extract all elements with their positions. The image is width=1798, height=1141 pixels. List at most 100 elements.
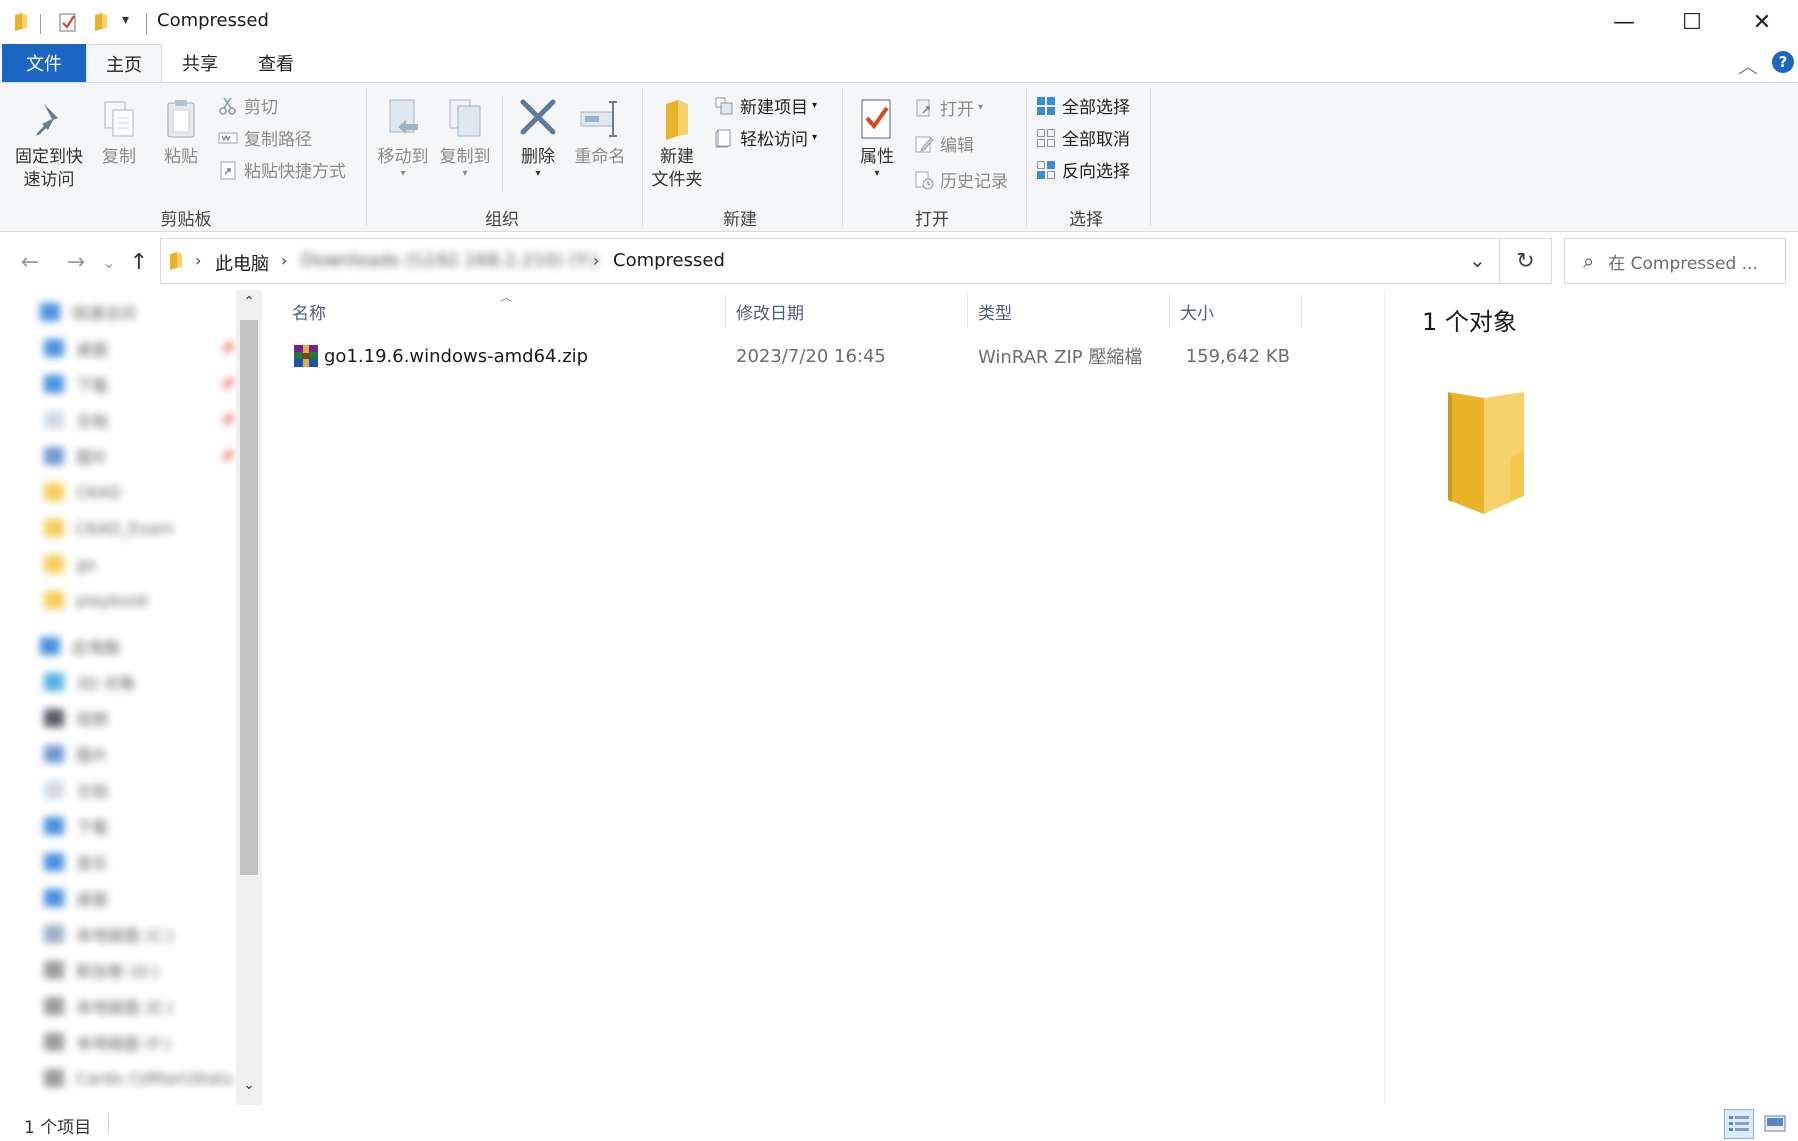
file-name[interactable]: go1.19.6.windows-amd64.zip	[324, 338, 588, 374]
qa-customize-caret[interactable]: ▾	[122, 12, 129, 28]
new-folder-button[interactable]: 新建 文件夹	[648, 96, 706, 192]
paste-icon	[167, 100, 195, 138]
help-icon[interactable]: ?	[1772, 51, 1794, 73]
scissors-icon	[219, 97, 236, 115]
rename-button[interactable]: 重命名	[570, 96, 630, 169]
copy-to-button[interactable]: 复制到 ▾	[436, 96, 494, 179]
nav-item[interactable]: 桌面 📌	[40, 330, 235, 366]
collapse-ribbon-icon[interactable]: ︿	[1738, 50, 1758, 79]
nav-item-label: 此电脑	[72, 638, 121, 657]
crumb-this-pc[interactable]: 此电脑	[215, 250, 269, 276]
nav-item[interactable]: 视频	[40, 700, 230, 736]
paste-button[interactable]: 粘贴	[156, 96, 206, 169]
nav-item-icon	[44, 925, 64, 943]
tab-view[interactable]: 查看	[238, 44, 314, 82]
nav-scrollbar-thumb[interactable]	[240, 320, 258, 875]
search-box[interactable]: ⌕ 在 Compressed ...	[1564, 238, 1786, 284]
address-row: ← → ⌄ ↑ › 此电脑 › Downloads (\\192.168.2.2…	[0, 238, 1798, 286]
nav-item-icon	[44, 591, 64, 609]
copy-path-button[interactable]: 复制路径	[218, 125, 312, 150]
select-none-button[interactable]: 全部取消	[1036, 125, 1130, 150]
crumb-compressed[interactable]: Compressed	[613, 250, 725, 271]
edit-button[interactable]: 编辑	[914, 131, 974, 156]
nav-item-label: 图片	[76, 448, 109, 467]
column-header-size[interactable]: 大小	[1170, 290, 1300, 332]
properties-label: 属性	[860, 147, 894, 167]
minimize-button[interactable]: —	[1588, 0, 1660, 44]
nav-item-label: 3D 对象	[76, 674, 136, 693]
pin-to-quick-access-button[interactable]: 固定到快 速访问	[8, 96, 90, 192]
nav-item[interactable]: Cardo (\\Mtan\Statu	[40, 1060, 234, 1096]
back-button[interactable]: ←	[14, 238, 46, 286]
nav-item[interactable]: 图片 📌	[40, 438, 235, 474]
navigation-pane: 快速访问 桌面 📌 下载 📌 文档 📌 图片 📌 CKAD CKAD_Exam go playbook 此…	[0, 290, 262, 1105]
tab-file[interactable]: 文件	[2, 44, 86, 82]
nav-item[interactable]: playbook	[40, 582, 230, 618]
nav-item[interactable]: 本地磁盘 (C:)	[40, 916, 230, 952]
easy-access-button[interactable]: 轻松访问 ▾	[714, 125, 817, 150]
history-button[interactable]: 历史记录	[914, 167, 1008, 192]
pin-icon: 📌	[220, 449, 235, 463]
nav-item[interactable]: 新加卷 (D:)	[40, 952, 230, 988]
column-header-type[interactable]: 类型	[968, 290, 1168, 332]
preview-object-count: 1 个对象	[1422, 308, 1517, 336]
copy-button[interactable]: 复制	[94, 96, 144, 169]
nav-item-label: Cardo (\\Mtan\Statu	[76, 1068, 234, 1088]
nav-header-quick_access[interactable]: 快速访问	[40, 294, 230, 330]
paste-shortcut-button[interactable]: 粘贴快捷方式	[218, 157, 346, 182]
nav-item-label: 桌面	[76, 890, 109, 909]
address-dropdown-icon[interactable]: ⌄	[1469, 248, 1486, 272]
scroll-up-icon[interactable]: ⌃	[236, 290, 262, 314]
nav-item[interactable]: 本地磁盘 (E:)	[40, 988, 230, 1024]
column-divider[interactable]	[1301, 294, 1302, 328]
nav-item-icon	[44, 375, 64, 393]
column-header-modified[interactable]: 修改日期	[726, 290, 966, 332]
nav-header-this_pc[interactable]: 此电脑	[40, 628, 230, 664]
nav-item[interactable]: 音乐	[40, 844, 230, 880]
move-to-button[interactable]: 移动到 ▾	[374, 96, 432, 179]
details-view-button[interactable]	[1724, 1109, 1754, 1139]
table-row[interactable]: go1.19.6.windows-amd64.zip 2023/7/20 16:…	[282, 338, 1302, 374]
nav-item[interactable]: 文档 📌	[40, 402, 235, 438]
delete-button[interactable]: 删除 ▾	[512, 96, 564, 179]
nav-item[interactable]: go	[40, 546, 230, 582]
maximize-button[interactable]: ☐	[1656, 0, 1728, 44]
crumb-downloads-drive[interactable]: Downloads (\\192.168.2.210) (Y:)	[301, 250, 598, 271]
scroll-down-icon[interactable]: ⌄	[236, 1073, 262, 1097]
nav-item[interactable]: 图片	[40, 736, 230, 772]
invert-selection-button[interactable]: 反向选择	[1036, 157, 1130, 182]
nav-item-label: 桌面	[76, 340, 109, 359]
new-item-button[interactable]: 新建项目 ▾	[714, 93, 817, 118]
recent-locations-button[interactable]: ⌄	[98, 238, 120, 286]
forward-button[interactable]: →	[60, 238, 92, 286]
open-group-label: 打开	[915, 210, 949, 230]
properties-check-icon[interactable]	[58, 12, 78, 32]
copy-path-icon	[218, 132, 238, 143]
open-button[interactable]: 打开 ▾	[914, 95, 983, 120]
preview-divider[interactable]	[1384, 290, 1385, 1105]
address-bar[interactable]: › 此电脑 › Downloads (\\192.168.2.210) (Y:)…	[160, 238, 1500, 284]
copy-label: 复制	[102, 147, 136, 167]
nav-item[interactable]: 文档	[40, 772, 230, 808]
select-all-button[interactable]: 全部选择	[1036, 93, 1130, 118]
nav-item[interactable]: CKAD_Exam	[40, 510, 230, 546]
nav-item[interactable]: 本地磁盘 (F:)	[40, 1024, 230, 1060]
file-type: WinRAR ZIP 壓縮檔	[978, 347, 1143, 368]
nav-item[interactable]: CKAD	[40, 474, 230, 510]
nav-item[interactable]: 下载	[40, 808, 230, 844]
close-button[interactable]: ✕	[1726, 0, 1798, 44]
large-icons-view-button[interactable]	[1760, 1109, 1790, 1139]
tab-home[interactable]: 主页	[86, 44, 162, 82]
large-icons-view-icon	[1764, 1115, 1786, 1132]
cut-button[interactable]: 剪切	[218, 93, 278, 118]
up-button[interactable]: ↑	[124, 238, 154, 286]
refresh-button[interactable]: ↻	[1500, 238, 1552, 284]
nav-item[interactable]: 3D 对象	[40, 664, 230, 700]
copy-to-label: 复制到	[439, 147, 491, 167]
nav-item[interactable]: 下载 📌	[40, 366, 235, 402]
new-folder-qa-icon[interactable]	[92, 12, 112, 32]
tab-share[interactable]: 共享	[162, 44, 238, 82]
nav-item[interactable]: 桌面	[40, 880, 230, 916]
open-caret: ▾	[978, 102, 984, 113]
properties-button[interactable]: 属性 ▾	[850, 96, 904, 179]
